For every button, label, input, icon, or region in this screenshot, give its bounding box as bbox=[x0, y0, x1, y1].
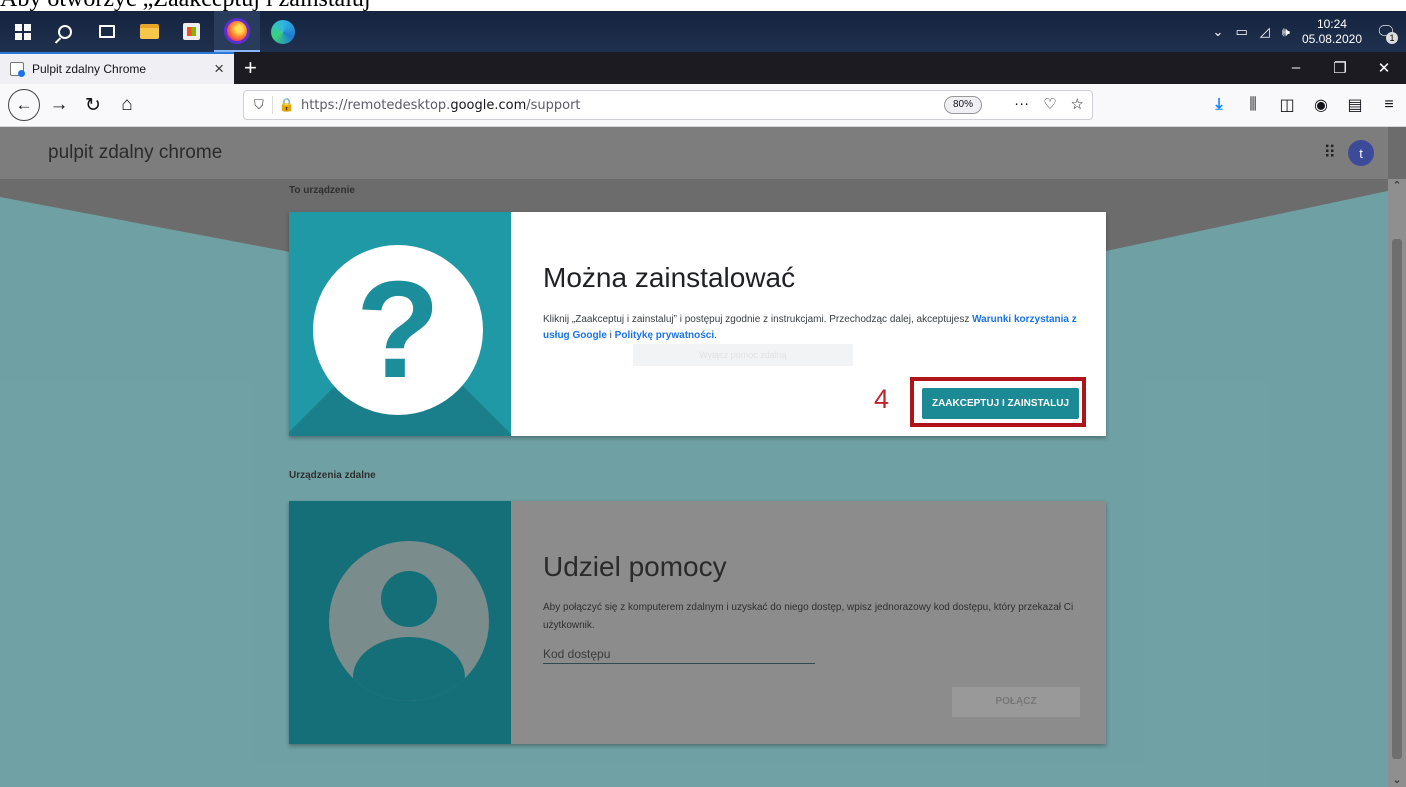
give-help-description: Aby połączyć się z komputerem zdalnym i … bbox=[543, 602, 1074, 631]
forward-button[interactable]: → bbox=[44, 90, 74, 120]
give-help-title: Udziel pomocy bbox=[543, 551, 727, 582]
install-card: ? Można zainstalować Kliknij „Zaakceptuj… bbox=[289, 212, 1106, 436]
library-icon[interactable]: ⫼ bbox=[1236, 96, 1270, 114]
scroll-down-icon[interactable]: ⌄ bbox=[1388, 773, 1406, 787]
start-button[interactable] bbox=[4, 13, 42, 51]
file-explorer-button[interactable] bbox=[130, 13, 168, 51]
clock-time: 10:24 bbox=[1316, 16, 1347, 31]
pocket-icon[interactable]: ♡ bbox=[1043, 95, 1056, 113]
page-viewport: pulpit zdalny chrome ⠿ t ⌃ ⌄ To urządzen… bbox=[0, 127, 1406, 787]
access-code-input[interactable] bbox=[543, 644, 815, 664]
page-actions-menu-icon[interactable]: ··· bbox=[1014, 95, 1029, 113]
tracking-shield-icon[interactable]: ⛉ bbox=[254, 97, 264, 113]
reload-icon: ↻ bbox=[85, 94, 101, 116]
step-number-annotation: 4 bbox=[874, 384, 890, 414]
hamburger-menu-icon[interactable]: ≡ bbox=[1372, 96, 1406, 114]
screen: Aby otworzyć „Zaakceptuj i zainstaluj” ⌄… bbox=[0, 0, 1406, 787]
app-brand[interactable]: pulpit zdalny chrome bbox=[48, 142, 222, 164]
battery-icon[interactable]: ▭ bbox=[1235, 24, 1247, 40]
home-button[interactable]: ⌂ bbox=[112, 90, 142, 120]
firefox-taskbar-button[interactable] bbox=[214, 11, 260, 52]
scrollbar-thumb[interactable] bbox=[1392, 239, 1402, 759]
arrow-left-icon: ← bbox=[15, 95, 33, 114]
minimize-icon[interactable]: – bbox=[1274, 59, 1318, 77]
folder-icon bbox=[139, 24, 159, 39]
windows-taskbar: ⌄ ▭ ◿ 🕪 10:24 05.08.2020 🗨 1 bbox=[0, 11, 1406, 52]
lock-icon[interactable]: 🔒 bbox=[279, 97, 295, 113]
close-tab-icon[interactable]: × bbox=[214, 59, 224, 79]
volume-icon[interactable]: 🕪 bbox=[1282, 24, 1290, 40]
extension-icon[interactable]: ▤ bbox=[1338, 95, 1372, 115]
give-help-card: Udziel pomocy Aby połączyć się z kompute… bbox=[289, 501, 1106, 744]
edge-taskbar-button[interactable] bbox=[264, 13, 302, 51]
clock[interactable]: 10:24 05.08.2020 bbox=[1302, 17, 1362, 47]
edge-icon bbox=[271, 19, 295, 44]
chevron-up-icon[interactable]: ⌄ bbox=[1213, 24, 1224, 40]
remote-devices-section-label: Urządzenia zdalne bbox=[289, 470, 376, 481]
scroll-up-icon[interactable]: ⌃ bbox=[1388, 179, 1406, 193]
download-icon[interactable]: ⤓ bbox=[1202, 96, 1236, 114]
search-button[interactable] bbox=[46, 13, 84, 51]
app-header: pulpit zdalny chrome ⠿ t bbox=[0, 127, 1388, 179]
clock-date: 05.08.2020 bbox=[1301, 31, 1362, 46]
install-card-description: Kliknij „Zaakceptuj i zainstaluj” i post… bbox=[543, 314, 1077, 341]
page-scrollbar[interactable]: ⌃ ⌄ bbox=[1388, 179, 1406, 787]
firefox-icon bbox=[224, 17, 250, 44]
reload-button[interactable]: ↻ bbox=[78, 90, 108, 120]
question-mark-icon: ? bbox=[313, 245, 483, 415]
zoom-level-badge[interactable]: 80% bbox=[944, 96, 983, 114]
disable-remote-help-ghost-button: Wyłącz pomoc zdalną bbox=[633, 344, 853, 366]
apps-grid-icon[interactable]: ⠿ bbox=[1324, 143, 1337, 163]
close-window-icon[interactable]: ✕ bbox=[1362, 59, 1406, 77]
browser-tab[interactable]: Pulpit zdalny Chrome × bbox=[0, 52, 234, 84]
account-icon[interactable]: ◉ bbox=[1304, 95, 1338, 115]
browser-toolbar: ⤓ ⫼ ◫ ◉ ▤ ≡ bbox=[1202, 90, 1406, 120]
back-button[interactable]: ← bbox=[8, 89, 40, 121]
task-view-icon bbox=[99, 25, 115, 38]
address-bar[interactable]: ⛉ 🔒 https://remotedesktop.google.com/sup… bbox=[243, 90, 1093, 120]
install-card-art: ? bbox=[289, 212, 511, 436]
store-icon bbox=[182, 23, 200, 40]
home-icon: ⌂ bbox=[121, 94, 133, 115]
tab-title: Pulpit zdalny Chrome bbox=[32, 62, 147, 76]
bookmark-star-icon[interactable]: ☆ bbox=[1071, 95, 1084, 113]
notification-count: 1 bbox=[1386, 31, 1398, 44]
this-device-section-label: To urządzenie bbox=[289, 185, 355, 196]
arrow-right-icon: → bbox=[49, 94, 69, 115]
system-tray: ⌄ ▭ ◿ 🕪 10:24 05.08.2020 🗨 1 bbox=[1207, 11, 1406, 52]
window-controls: – ❐ ✕ bbox=[1274, 59, 1406, 77]
task-view-button[interactable] bbox=[88, 13, 126, 51]
restore-icon[interactable]: ❐ bbox=[1318, 59, 1362, 77]
network-icon[interactable]: ◿ bbox=[1260, 24, 1270, 40]
remote-desktop-favicon-icon bbox=[10, 62, 25, 77]
privacy-link[interactable]: Politykę prywatności bbox=[615, 330, 714, 341]
person-icon bbox=[329, 541, 489, 701]
sidebar-icon[interactable]: ◫ bbox=[1270, 95, 1304, 115]
windows-logo-icon bbox=[15, 23, 31, 40]
search-icon bbox=[58, 24, 72, 39]
url-text[interactable]: https://remotedesktop.google.com/support bbox=[301, 98, 581, 113]
browser-tab-strip: Pulpit zdalny Chrome × + – ❐ ✕ bbox=[0, 52, 1406, 84]
give-help-card-art bbox=[289, 501, 511, 744]
avatar[interactable]: t bbox=[1348, 140, 1374, 166]
new-tab-button[interactable]: + bbox=[244, 55, 257, 81]
store-button[interactable] bbox=[172, 13, 210, 51]
install-card-title: Można zainstalować bbox=[543, 262, 796, 293]
accept-and-install-button[interactable]: ZAAKCEPTUJ I ZAINSTALUJ bbox=[922, 388, 1079, 419]
connect-button[interactable]: POŁĄCZ bbox=[952, 687, 1080, 717]
browser-nav-bar: ← → ↻ ⌂ ⛉ 🔒 https://remotedesktop.google… bbox=[0, 84, 1406, 127]
notifications-button[interactable]: 🗨 1 bbox=[1372, 18, 1400, 46]
